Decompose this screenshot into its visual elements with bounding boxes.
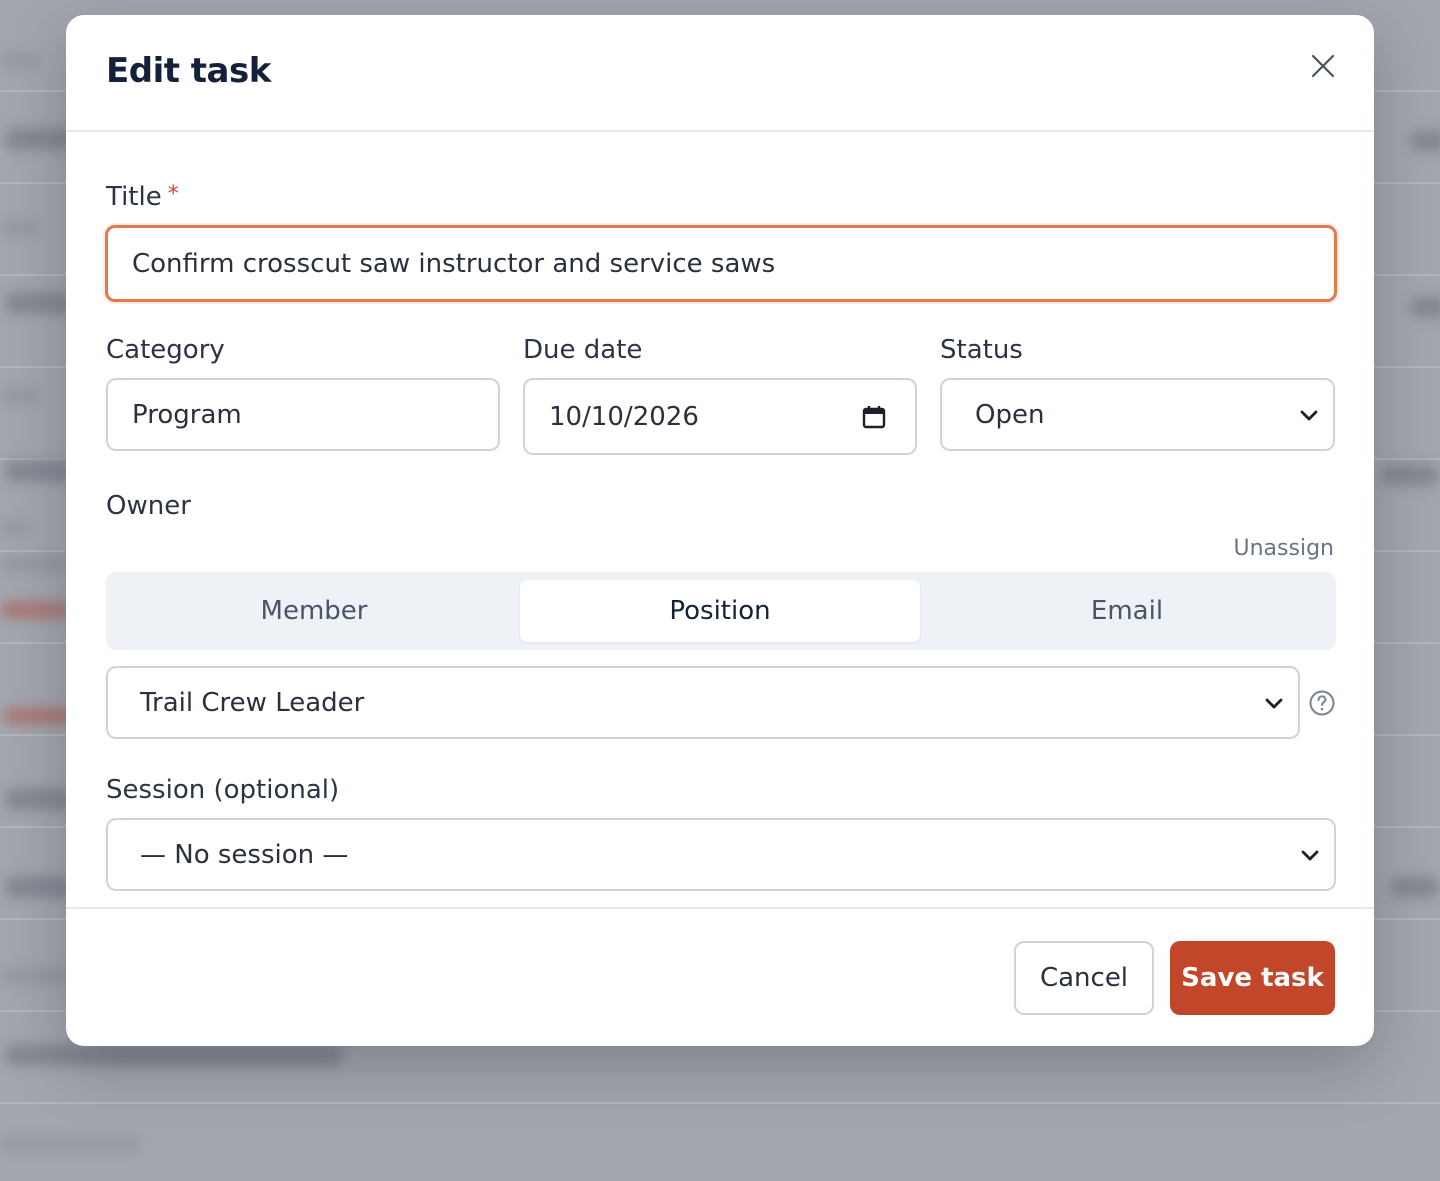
close-button[interactable] — [1308, 51, 1338, 81]
background-blur — [4, 788, 74, 810]
session-select[interactable]: — No session — — [106, 818, 1336, 891]
background-blur — [1380, 464, 1440, 486]
background-blur — [0, 556, 70, 572]
dialog-header: Edit task — [66, 15, 1374, 132]
background-blur — [4, 128, 74, 150]
position-select-value: Trail Crew Leader — [140, 687, 365, 718]
chevron-down-icon — [1300, 410, 1318, 420]
status-select[interactable]: Open — [940, 378, 1335, 451]
background-blur — [1410, 130, 1440, 152]
background-blur — [1390, 876, 1440, 898]
category-input[interactable]: Program — [106, 378, 500, 451]
category-label: Category — [106, 335, 225, 365]
owner-label: Owner — [106, 491, 191, 521]
background-blur — [0, 968, 70, 984]
background-blur — [1410, 296, 1440, 318]
tab-position[interactable]: Position — [520, 580, 920, 642]
background-blur — [4, 292, 74, 314]
owner-type-tabs: Member Position Email — [106, 572, 1336, 650]
close-icon — [1311, 54, 1335, 78]
cancel-button[interactable]: Cancel — [1014, 941, 1154, 1015]
title-input-value: Confirm crosscut saw instructor and serv… — [132, 248, 776, 279]
background-blur — [0, 220, 40, 236]
background-blur — [0, 52, 40, 68]
tab-member[interactable]: Member — [114, 580, 514, 642]
background-blur — [4, 708, 74, 724]
due-date-input[interactable]: 10/10/2026 — [523, 378, 917, 455]
background-blur — [0, 602, 70, 618]
category-input-value: Program — [132, 399, 242, 430]
due-date-value: 10/10/2026 — [549, 401, 699, 432]
session-label: Session (optional) — [106, 775, 340, 805]
dialog-title: Edit task — [106, 51, 271, 91]
help-circle-icon[interactable] — [1309, 690, 1335, 716]
edit-task-dialog: Edit task Title * Confirm crosscut saw in… — [66, 15, 1374, 1046]
background-row — [0, 1104, 1440, 1181]
background-blur — [0, 1136, 140, 1152]
save-task-button[interactable]: Save task — [1170, 941, 1335, 1015]
background-blur — [0, 520, 30, 536]
background-blur — [4, 460, 74, 482]
due-date-label: Due date — [523, 335, 643, 365]
calendar-icon[interactable] — [861, 404, 887, 430]
status-label: Status — [940, 335, 1023, 365]
unassign-link[interactable]: Unassign — [1234, 536, 1334, 561]
title-label-text: Title — [106, 182, 162, 212]
required-mark: * — [167, 182, 179, 207]
position-select[interactable]: Trail Crew Leader — [106, 666, 1300, 739]
title-input[interactable]: Confirm crosscut saw instructor and serv… — [105, 225, 1337, 302]
status-select-value: Open — [975, 399, 1045, 430]
background-blur — [0, 388, 40, 404]
tab-email[interactable]: Email — [926, 580, 1328, 642]
chevron-down-icon — [1301, 850, 1319, 860]
session-select-value: — No session — — [140, 839, 349, 870]
title-label: Title * — [106, 182, 179, 212]
background-blur — [4, 1044, 344, 1066]
dialog-footer: Cancel Save task — [66, 907, 1374, 1046]
background-blur — [4, 876, 74, 898]
chevron-down-icon — [1265, 698, 1283, 708]
